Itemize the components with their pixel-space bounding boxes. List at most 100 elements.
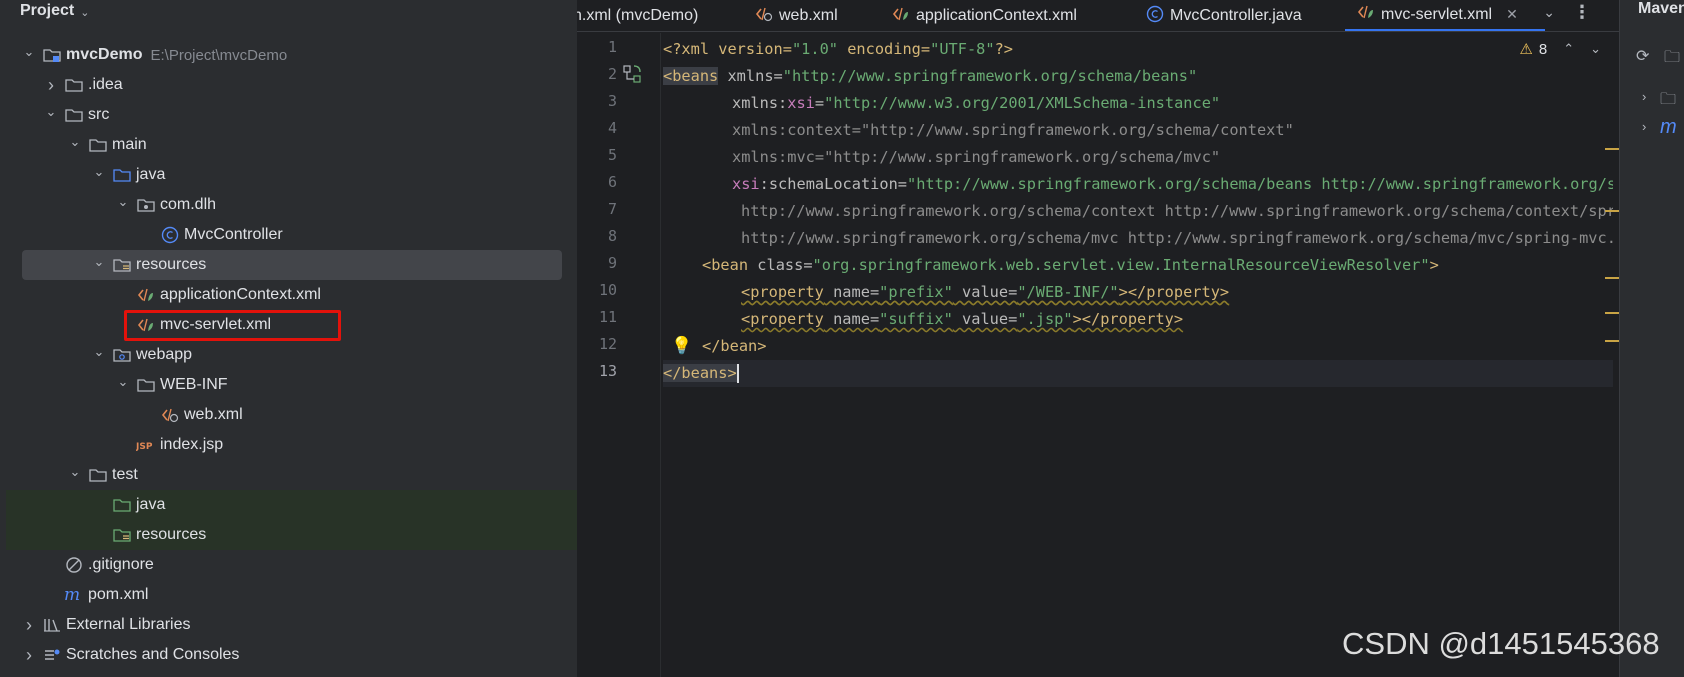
line-number: 8	[607, 227, 617, 245]
chevron-down-icon[interactable]: ⌄	[116, 374, 130, 390]
chevron-down-icon[interactable]: ⌄	[92, 254, 106, 270]
tab-web-xml[interactable]: web.xml	[755, 0, 838, 31]
folder-icon[interactable]: 🗀	[1664, 46, 1680, 73]
error-stripe-mark[interactable]	[1605, 340, 1619, 342]
spring-bean-gutter-icon[interactable]	[623, 65, 641, 88]
tree-item[interactable]: resources	[6, 520, 583, 550]
tree-item[interactable]: applicationContext.xml	[0, 280, 577, 310]
attr-value: "/WEB-INF/"	[1017, 283, 1119, 301]
more-vertical-icon[interactable]: ⋮	[1573, 2, 1591, 23]
code-line-7: http://www.springframework.org/schema/co…	[663, 198, 1613, 225]
tree-item[interactable]: m pom.xml	[0, 580, 577, 610]
tree-item[interactable]: java	[6, 490, 583, 520]
line-number: 5	[607, 146, 617, 164]
equals: =	[814, 94, 825, 112]
attr-value: "http://www.springframework.org/schema/b…	[907, 175, 1613, 193]
close-icon[interactable]: ✕	[1506, 6, 1518, 23]
attr-name: class=	[748, 256, 813, 274]
error-stripe-mark[interactable]	[1605, 312, 1619, 314]
csdn-watermark: CSDN @d1451545368	[1342, 626, 1660, 661]
attr-value: "1.0"	[791, 40, 838, 58]
refresh-icon[interactable]: ⟳	[1636, 46, 1649, 66]
chevron-down-icon[interactable]: ⌄	[68, 464, 82, 480]
chevron-down-icon[interactable]: ⌄	[68, 134, 82, 150]
chevron-right-icon[interactable]: ›	[1642, 119, 1646, 134]
namespace-prefix: xsi	[732, 175, 760, 193]
error-stripe-mark[interactable]	[1605, 210, 1619, 212]
tab-pom-xml[interactable]: n.xml (mvcDemo)	[577, 0, 698, 31]
tag-name: <bean	[702, 256, 749, 274]
project-tool-window: Project ⌄ ⌄ mvcDemo E:\Project\mvcDemo › .id…	[0, 0, 583, 677]
tree-item-label: Scratches and Consoles	[66, 646, 240, 663]
tree-item[interactable]: ⌄ test	[0, 460, 577, 490]
tab-applicationcontext-xml[interactable]: applicationContext.xml	[892, 0, 1077, 31]
tree-item[interactable]: .gitignore	[0, 550, 577, 580]
tree-item[interactable]: ⌄ com.dlh	[0, 190, 577, 220]
tree-item-label: index.jsp	[160, 436, 224, 453]
module-folder-icon	[42, 46, 62, 64]
code-line-4: xmlns:context="http://www.springframewor…	[663, 117, 1294, 144]
tag-end: ></property>	[1072, 310, 1184, 328]
code-line-5: xmlns:mvc="http://www.springframework.or…	[663, 144, 1220, 171]
chevron-right-icon[interactable]: ›	[44, 75, 58, 96]
tree-item[interactable]: ⌄ java	[0, 160, 577, 190]
chevron-down-icon[interactable]: ⌄	[80, 6, 89, 19]
tree-item[interactable]: ⌄ mvcDemo E:\Project\mvcDemo	[0, 40, 577, 70]
tab-mvccontroller-java[interactable]: MvcController.java	[1146, 0, 1302, 31]
folder-icon[interactable]: 🗀	[1660, 88, 1676, 115]
chevron-down-icon[interactable]: ⌄	[92, 164, 106, 180]
folder-icon	[88, 136, 108, 154]
line-number: 4	[607, 119, 617, 137]
chevron-right-icon[interactable]: ›	[1642, 89, 1646, 104]
java-class-icon	[1146, 5, 1164, 28]
attr-value: "UTF-8"	[930, 40, 995, 58]
attr-name: xmlns:	[732, 94, 788, 112]
tree-item[interactable]: MvcController	[0, 220, 577, 250]
code-line-8: http://www.springframework.org/schema/mv…	[663, 225, 1613, 252]
tab-label: web.xml	[779, 7, 838, 24]
tree-item[interactable]: › Scratches and Consoles	[0, 640, 577, 670]
gitignore-icon	[64, 556, 84, 574]
chevron-right-icon[interactable]: ›	[22, 615, 36, 636]
code-line-3: xmlns:xsi="http://www.w3.org/2001/XMLSch…	[663, 90, 1220, 117]
chevron-down-icon[interactable]: ⌄	[1543, 4, 1555, 21]
code-line-1: <?xml version="1.0" encoding="UTF-8"?>	[663, 36, 1013, 63]
tree-item[interactable]: ⌄ webapp	[0, 340, 577, 370]
tree-item[interactable]: ⌄ resources	[22, 250, 562, 280]
error-stripe-mark[interactable]	[1605, 148, 1619, 150]
line-number: 13	[598, 362, 617, 380]
jsp-icon: JSP	[136, 436, 156, 454]
error-stripe-mark[interactable]	[1605, 277, 1619, 279]
code-editor[interactable]: <?xml version="1.0" encoding="UTF-8"?> <…	[663, 33, 1613, 677]
tree-item-label: main	[112, 136, 147, 153]
maven-title: Maven	[1638, 0, 1684, 17]
tree-item-label: webapp	[136, 346, 193, 363]
tree-item[interactable]: ⌄ WEB-INF	[0, 370, 577, 400]
tree-item-label: .gitignore	[88, 556, 154, 573]
xml-declaration-end: ?>	[994, 40, 1013, 58]
text-caret	[736, 364, 739, 383]
lightbulb-icon[interactable]: 💡	[671, 336, 692, 356]
chevron-down-icon[interactable]: ⌄	[92, 344, 106, 360]
chevron-down-icon[interactable]: ⌄	[22, 44, 36, 60]
chevron-right-icon[interactable]: ›	[22, 645, 36, 666]
web-xml-icon	[755, 6, 773, 27]
tree-item[interactable]: JSP index.jsp	[0, 430, 577, 460]
chevron-down-icon[interactable]: ⌄	[116, 194, 130, 210]
tab-mvc-servlet-xml[interactable]: mvc-servlet.xml ✕	[1345, 0, 1545, 31]
tree-item[interactable]: ⌄ src	[0, 100, 577, 130]
tree-item[interactable]: › External Libraries	[0, 610, 577, 640]
tree-item[interactable]: ⌄ main	[0, 130, 577, 160]
attr-name: name=	[823, 310, 880, 328]
tree-item[interactable]: › .idea	[0, 70, 577, 100]
project-panel-header[interactable]: Project ⌄	[20, 0, 89, 22]
chevron-down-icon[interactable]: ⌄	[44, 104, 58, 120]
attr-name: xmlns:context=	[732, 121, 861, 139]
maven-icon[interactable]: m	[1660, 116, 1677, 139]
attr-value: "http://www.springframework.org/schema/m…	[824, 148, 1221, 166]
tree-item-label: resources	[136, 526, 207, 543]
project-title: Project	[20, 2, 75, 19]
line-number-gutter: 1 2 3 4 5 6 7 8 9 10 11 12 13	[577, 33, 661, 677]
maven-tool-window: Maven ⟳ 🗀 › 🗀 › m	[1619, 0, 1684, 677]
tree-item[interactable]: web.xml	[0, 400, 577, 430]
